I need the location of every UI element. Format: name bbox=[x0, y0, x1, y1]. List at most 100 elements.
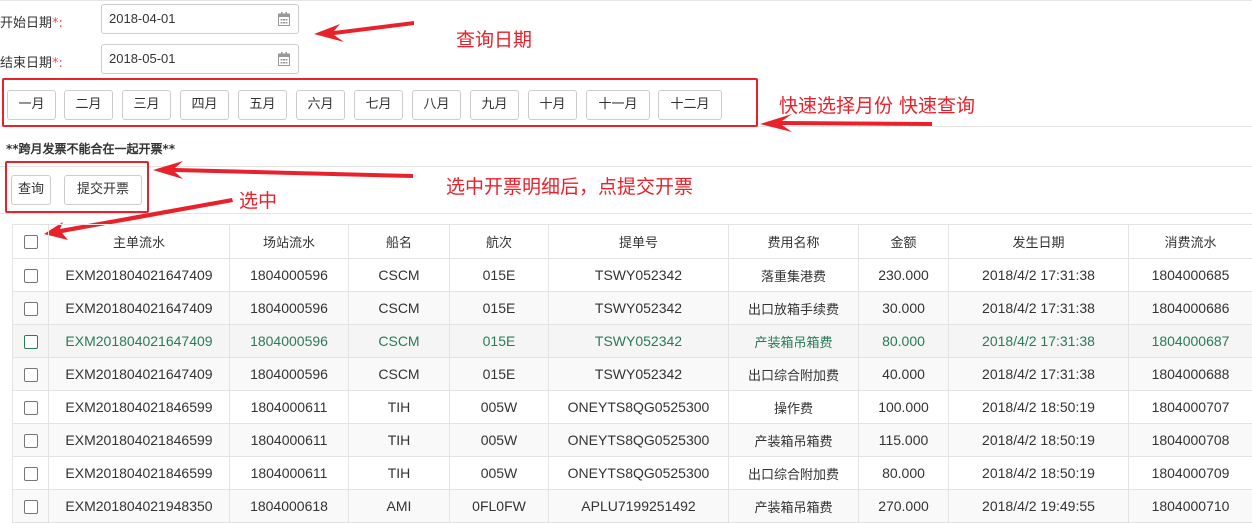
row-select-cell[interactable] bbox=[12, 258, 49, 292]
row-checkbox[interactable] bbox=[23, 269, 38, 284]
table-cell: 2018/4/2 17:31:38 bbox=[948, 258, 1129, 292]
table-cell: 1804000687 bbox=[1128, 324, 1252, 358]
row-checkbox[interactable] bbox=[23, 302, 38, 317]
table-cell: 落重集港费 bbox=[728, 258, 859, 292]
table-cell: 2018/4/2 17:31:38 bbox=[948, 291, 1129, 325]
table-cell: 2018/4/2 19:49:55 bbox=[948, 489, 1129, 523]
table-cell: 1804000710 bbox=[1128, 489, 1252, 523]
table-cell: 产装箱吊箱费 bbox=[728, 324, 859, 358]
table-cell: 015E bbox=[449, 357, 549, 391]
row-select-cell[interactable] bbox=[12, 291, 49, 325]
table-cell: 1804000688 bbox=[1128, 357, 1252, 391]
table-cell: EXM201804021846599 bbox=[48, 423, 230, 457]
table-cell: TSWY052342 bbox=[548, 357, 729, 391]
table-body: EXM201804021647409 1804000596 CSCM 015E TSWY… bbox=[12, 258, 1252, 523]
table-row[interactable]: EXM201804021647409 1804000596 CSCM 015E TSWY… bbox=[12, 324, 1252, 358]
table-row[interactable]: EXM201804021647409 1804000596 CSCM 015E TSWY… bbox=[12, 291, 1252, 325]
table-cell: 产装箱吊箱费 bbox=[728, 489, 859, 523]
table-cell: 1804000611 bbox=[229, 390, 349, 424]
row-checkbox[interactable] bbox=[23, 335, 38, 350]
table-cell: CSCM bbox=[348, 324, 450, 358]
table-cell: 2018/4/2 18:50:19 bbox=[948, 423, 1129, 457]
table-cell: TIH bbox=[348, 456, 450, 490]
table-cell: 0FL0FW bbox=[449, 489, 549, 523]
table-cell: 1804000596 bbox=[229, 324, 349, 358]
table-cell: 005W bbox=[449, 390, 549, 424]
row-select-cell[interactable] bbox=[12, 489, 49, 523]
table-cell: 015E bbox=[449, 291, 549, 325]
column-header: 场站流水 bbox=[229, 224, 349, 259]
table-cell: TSWY052342 bbox=[548, 291, 729, 325]
table-cell: EXM201804021647409 bbox=[48, 357, 230, 391]
row-select-cell[interactable] bbox=[12, 423, 49, 457]
row-checkbox[interactable] bbox=[23, 401, 38, 416]
column-header: 航次 bbox=[449, 224, 549, 259]
table-cell: EXM201804021647409 bbox=[48, 291, 230, 325]
column-header: 金额 bbox=[858, 224, 949, 259]
table-row[interactable]: EXM201804021846599 1804000611 TIH 005W ONEYT… bbox=[12, 456, 1252, 490]
table-cell: 40.000 bbox=[858, 357, 949, 391]
table-cell: 1804000618 bbox=[229, 489, 349, 523]
arrow-to-months bbox=[760, 114, 932, 132]
table-cell: EXM201804021948350 bbox=[48, 489, 230, 523]
table-row[interactable]: EXM201804021846599 1804000611 TIH 005W ONEYT… bbox=[12, 390, 1252, 424]
table-cell: 270.000 bbox=[858, 489, 949, 523]
row-select-cell[interactable] bbox=[12, 357, 49, 391]
table-cell: EXM201804021647409 bbox=[48, 258, 230, 292]
row-select-cell[interactable] bbox=[12, 456, 49, 490]
table-cell: 005W bbox=[449, 423, 549, 457]
table-cell: 015E bbox=[449, 258, 549, 292]
table-row[interactable]: EXM201804021948350 1804000618 AMI 0FL0FW APL… bbox=[12, 489, 1252, 523]
table-cell: 1804000709 bbox=[1128, 456, 1252, 490]
table-cell: 1804000596 bbox=[229, 357, 349, 391]
column-header: 费用名称 bbox=[728, 224, 859, 259]
table-cell: 1804000596 bbox=[229, 291, 349, 325]
table-cell: TSWY052342 bbox=[548, 324, 729, 358]
select-all-cell[interactable] bbox=[12, 224, 49, 259]
table-header-row: 主单流水 场站流水 船名 航次 提单号 费用名称 金额 发生日期 消费流水 bbox=[12, 224, 1252, 259]
table-cell: 1804000707 bbox=[1128, 390, 1252, 424]
table-cell: 1804000685 bbox=[1128, 258, 1252, 292]
table-cell: AMI bbox=[348, 489, 450, 523]
table-cell: 2018/4/2 17:31:38 bbox=[948, 357, 1129, 391]
table-cell: EXM201804021647409 bbox=[48, 324, 230, 358]
row-checkbox[interactable] bbox=[23, 467, 38, 482]
invoice-detail-table: 主单流水 场站流水 船名 航次 提单号 费用名称 金额 发生日期 消费流水 EX… bbox=[12, 224, 1252, 523]
table-cell: 2018/4/2 17:31:38 bbox=[948, 324, 1129, 358]
table-cell: 30.000 bbox=[858, 291, 949, 325]
table-cell: 015E bbox=[449, 324, 549, 358]
table-cell: 操作费 bbox=[728, 390, 859, 424]
table-cell: 1804000596 bbox=[229, 258, 349, 292]
row-checkbox[interactable] bbox=[23, 434, 38, 449]
table-row[interactable]: EXM201804021846599 1804000611 TIH 005W ONEYT… bbox=[12, 423, 1252, 457]
table-cell: 1804000708 bbox=[1128, 423, 1252, 457]
arrow-to-actions bbox=[153, 161, 413, 179]
table-cell: 出口综合附加费 bbox=[728, 456, 859, 490]
table-cell: 115.000 bbox=[858, 423, 949, 457]
table-cell: 005W bbox=[449, 456, 549, 490]
table-cell: CSCM bbox=[348, 258, 450, 292]
table-row[interactable]: EXM201804021647409 1804000596 CSCM 015E TSWY… bbox=[12, 357, 1252, 391]
row-select-cell[interactable] bbox=[12, 324, 49, 358]
table-cell: TSWY052342 bbox=[548, 258, 729, 292]
table-cell: TIH bbox=[348, 423, 450, 457]
row-checkbox[interactable] bbox=[23, 500, 38, 515]
table-cell: TIH bbox=[348, 390, 450, 424]
table-cell: EXM201804021846599 bbox=[48, 456, 230, 490]
table-cell: 1804000611 bbox=[229, 423, 349, 457]
table-cell: 1804000686 bbox=[1128, 291, 1252, 325]
table-row[interactable]: EXM201804021647409 1804000596 CSCM 015E TSWY… bbox=[12, 258, 1252, 292]
table-cell: 100.000 bbox=[858, 390, 949, 424]
arrow-to-date bbox=[314, 21, 414, 42]
column-header: 发生日期 bbox=[948, 224, 1129, 259]
select-all-checkbox[interactable] bbox=[23, 234, 38, 249]
table-cell: APLU7199251492 bbox=[548, 489, 729, 523]
table-cell: ONEYTS8QG0525300 bbox=[548, 423, 729, 457]
row-checkbox[interactable] bbox=[23, 368, 38, 383]
table-cell: 2018/4/2 18:50:19 bbox=[948, 456, 1129, 490]
table-cell: 2018/4/2 18:50:19 bbox=[948, 390, 1129, 424]
row-select-cell[interactable] bbox=[12, 390, 49, 424]
table-cell: 产装箱吊箱费 bbox=[728, 423, 859, 457]
column-header: 船名 bbox=[348, 224, 450, 259]
table-cell: ONEYTS8QG0525300 bbox=[548, 456, 729, 490]
